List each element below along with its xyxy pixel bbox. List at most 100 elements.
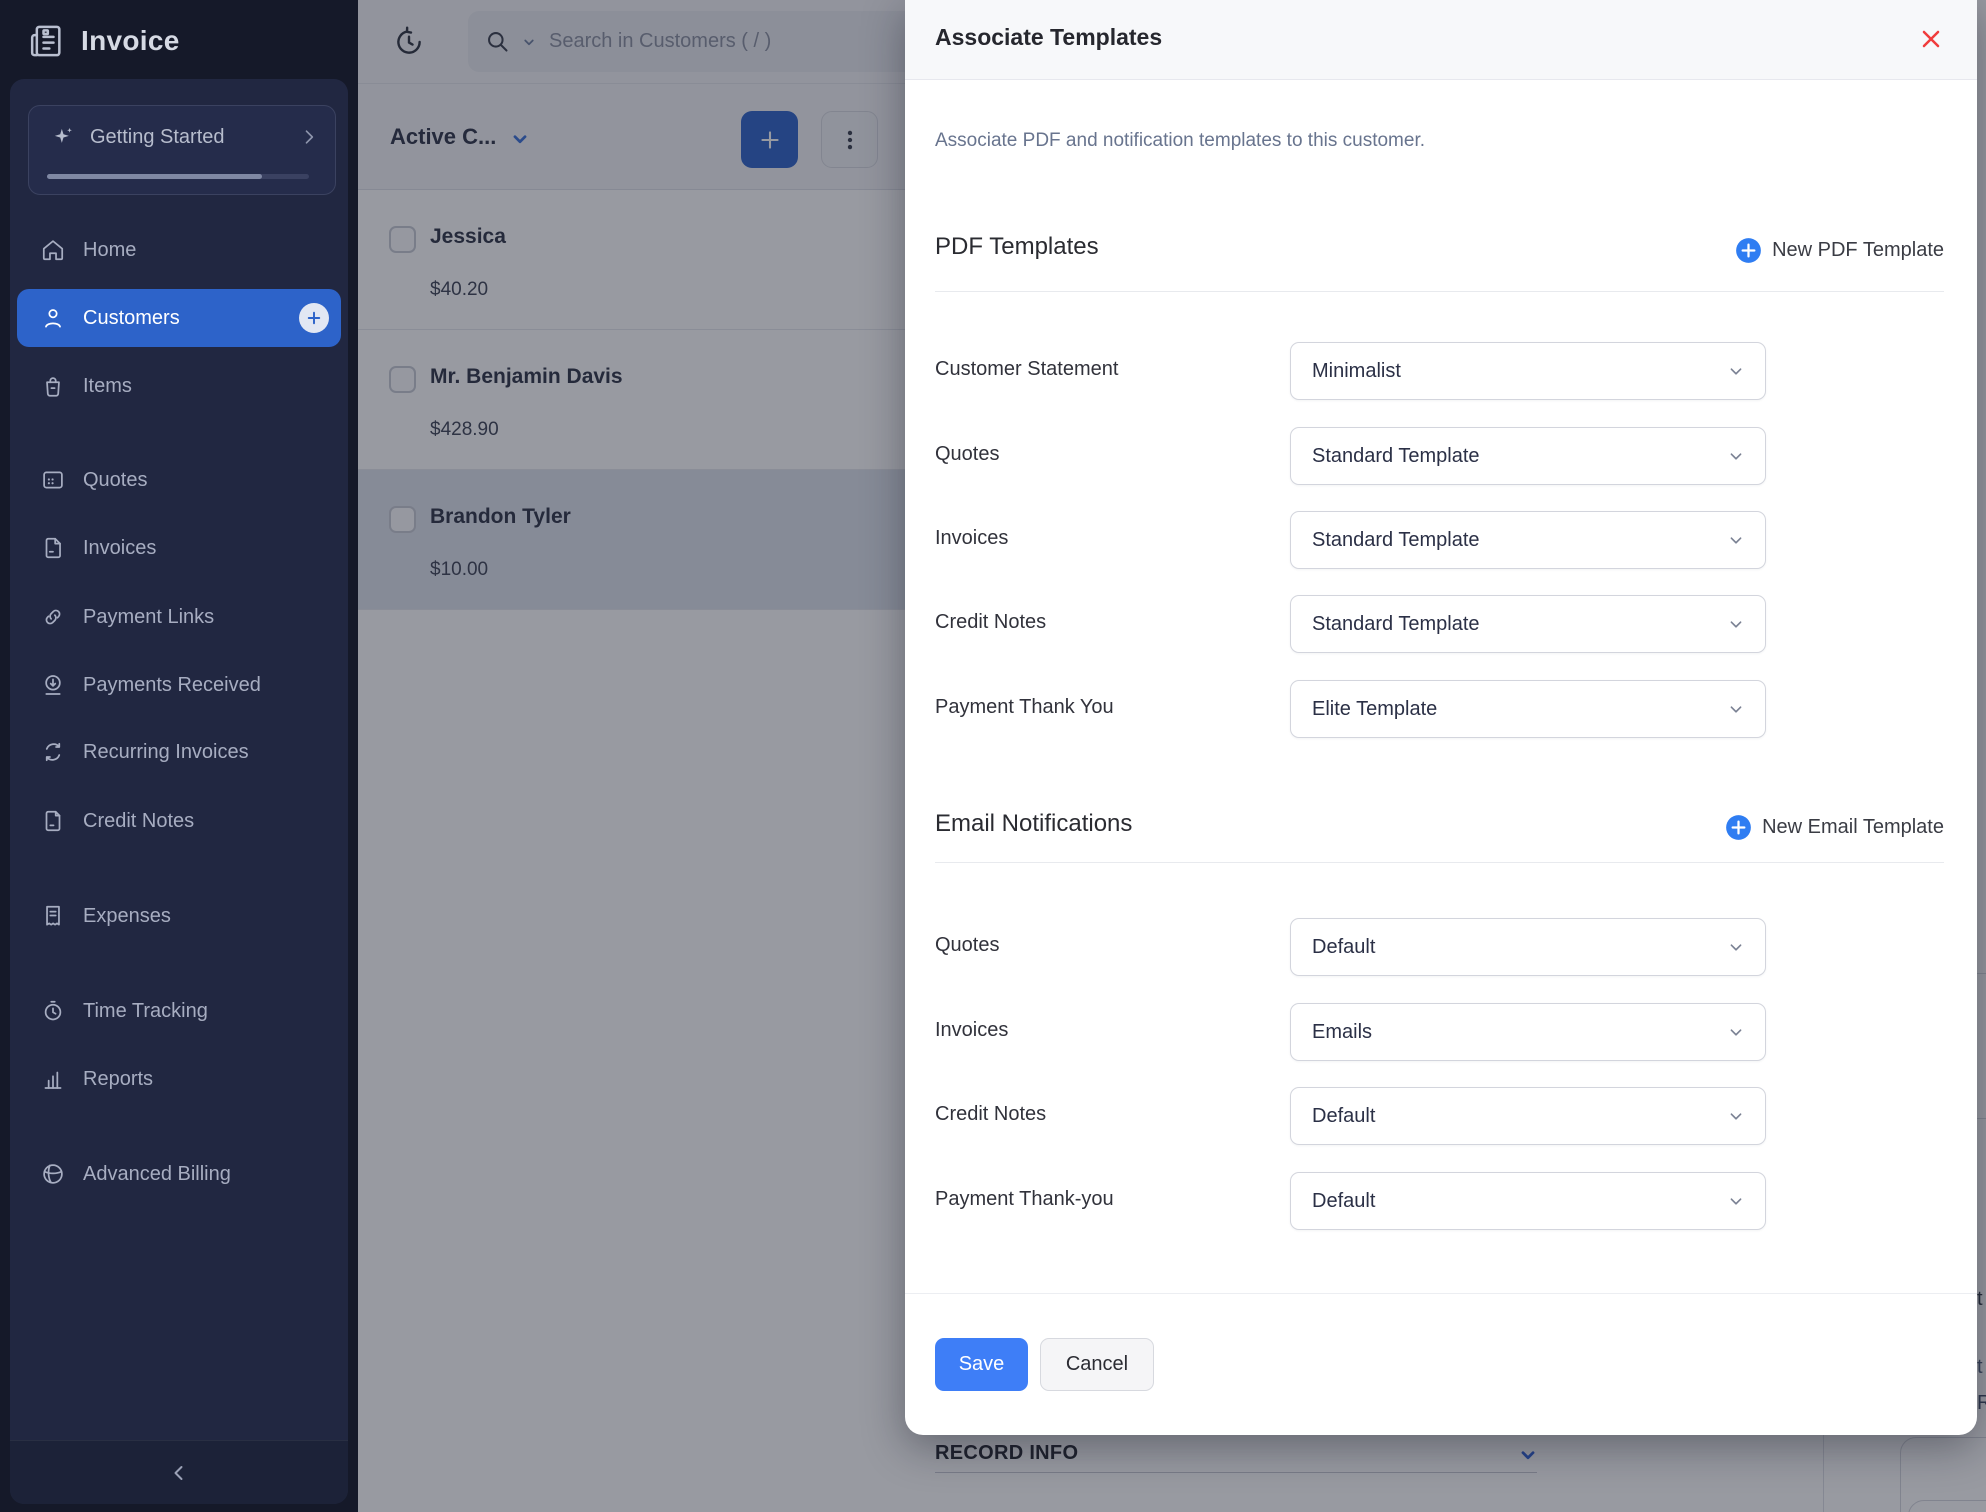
email-template-label-credit-notes: Credit Notes [935,1103,1046,1126]
sidebar: Invoice Getting Started [0,0,358,1512]
selected-value: Default [1312,1105,1375,1128]
chevron-left-icon [167,1461,191,1485]
chevron-right-icon [299,127,319,147]
selected-value: Minimalist [1312,360,1401,383]
cancel-button[interactable]: Cancel [1040,1338,1154,1391]
expenses-icon [40,903,66,929]
pdf-template-select-payment-thank-you[interactable]: Elite Template [1290,680,1766,738]
pdf-template-select-credit-notes[interactable]: Standard Template [1290,595,1766,653]
sidebar-item-label: Payments Received [83,674,261,697]
sidebar-item-time-tracking[interactable]: Time Tracking [17,982,341,1040]
sidebar-item-expenses[interactable]: Expenses [17,887,341,945]
email-template-select-quotes[interactable]: Default [1290,918,1766,976]
sidebar-item-label: Credit Notes [83,810,194,833]
sidebar-panel: Getting Started Home Customers Items Quotes… [10,79,348,1504]
sidebar-item-label: Payment Links [83,606,214,629]
invoice-logo-icon [26,21,66,61]
pdf-template-label-credit-notes: Credit Notes [935,611,1046,634]
chevron-down-icon [1725,613,1747,635]
customers-icon [40,305,66,331]
close-icon[interactable] [1911,19,1951,59]
selected-value: Standard Template [1312,613,1480,636]
advanced-billing-icon [40,1161,66,1187]
getting-started-label: Getting Started [90,126,225,149]
add-customer-quick-icon[interactable] [299,303,329,333]
chevron-down-icon [1725,936,1747,958]
sidebar-item-label: Customers [83,307,180,330]
sidebar-item-reports[interactable]: Reports [17,1050,341,1108]
selected-value: Default [1312,936,1375,959]
sidebar-item-label: Time Tracking [83,1000,208,1023]
sparkle-icon [49,123,77,151]
payment-links-icon [40,604,66,630]
email-notifications-heading: Email Notifications [935,810,1132,838]
pdf-template-select-invoices[interactable]: Standard Template [1290,511,1766,569]
app-logo: Invoice [26,14,180,68]
email-template-label-invoices: Invoices [935,1019,1008,1042]
selected-value: Default [1312,1190,1375,1213]
new-email-template-button[interactable]: New Email Template [1725,812,1944,842]
pdf-template-label-customer-statement: Customer Statement [935,358,1118,381]
chevron-down-icon [1725,1021,1747,1043]
save-button[interactable]: Save [935,1338,1028,1391]
email-template-select-credit-notes[interactable]: Default [1290,1087,1766,1145]
modal-header: Associate Templates [905,0,1977,80]
sidebar-item-recurring-invoices[interactable]: Recurring Invoices [17,723,341,781]
pdf-template-label-quotes: Quotes [935,443,999,466]
sidebar-item-label: Recurring Invoices [83,741,249,764]
plus-circle-icon [1725,814,1752,841]
sidebar-item-label: Invoices [83,537,156,560]
sidebar-item-items[interactable]: Items [17,357,341,415]
sidebar-item-credit-notes[interactable]: Credit Notes [17,792,341,850]
reports-icon [40,1066,66,1092]
sidebar-item-label: Home [83,239,136,262]
sidebar-item-customers[interactable]: Customers [17,289,341,347]
sidebar-item-invoices[interactable]: Invoices [17,519,341,577]
selected-value: Emails [1312,1021,1372,1044]
payments-received-icon [40,672,66,698]
sidebar-collapse-bar[interactable] [10,1440,348,1504]
new-email-template-label: New Email Template [1762,816,1944,839]
sidebar-item-home[interactable]: Home [17,221,341,279]
associate-templates-modal: Associate Templates Associate PDF and no… [905,0,1977,1435]
sidebar-item-quotes[interactable]: Quotes [17,451,341,509]
credit-notes-icon [40,808,66,834]
pdf-template-select-customer-statement[interactable]: Minimalist [1290,342,1766,400]
home-icon [40,237,66,263]
modal-subtitle: Associate PDF and notification templates… [935,130,1425,152]
recurring-invoices-icon [40,739,66,765]
sidebar-item-payment-links[interactable]: Payment Links [17,588,341,646]
new-pdf-template-button[interactable]: New PDF Template [1735,235,1944,265]
invoices-icon [40,535,66,561]
chevron-down-icon [1725,1190,1747,1212]
new-pdf-template-label: New PDF Template [1772,239,1944,262]
sidebar-item-label: Quotes [83,469,147,492]
time-tracking-icon [40,998,66,1024]
app-title: Invoice [81,25,180,57]
selected-value: Elite Template [1312,698,1437,721]
pdf-template-label-invoices: Invoices [935,527,1008,550]
pdf-template-select-quotes[interactable]: Standard Template [1290,427,1766,485]
chevron-down-icon [1725,445,1747,467]
pdf-template-label-payment-thank-you: Payment Thank You [935,696,1114,719]
chevron-down-icon [1725,529,1747,551]
sidebar-item-label: Items [83,375,132,398]
email-template-select-invoices[interactable]: Emails [1290,1003,1766,1061]
modal-title: Associate Templates [935,24,1162,51]
email-template-select-payment-thank-you[interactable]: Default [1290,1172,1766,1230]
email-template-label-quotes: Quotes [935,934,999,957]
sidebar-item-advanced-billing[interactable]: Advanced Billing [17,1145,341,1203]
selected-value: Standard Template [1312,529,1480,552]
sidebar-item-payments-received[interactable]: Payments Received [17,656,341,714]
quotes-icon [40,467,66,493]
getting-started-card[interactable]: Getting Started [28,105,336,195]
app-screen: Invoice Getting Started [0,0,1986,1512]
chevron-down-icon [1725,698,1747,720]
pdf-templates-heading: PDF Templates [935,233,1099,261]
selected-value: Standard Template [1312,445,1480,468]
chevron-down-icon [1725,360,1747,382]
sidebar-item-label: Advanced Billing [83,1163,231,1186]
modal-footer-divider [905,1293,1977,1294]
plus-circle-icon [1735,237,1762,264]
email-template-label-payment-thank-you: Payment Thank-you [935,1188,1114,1211]
